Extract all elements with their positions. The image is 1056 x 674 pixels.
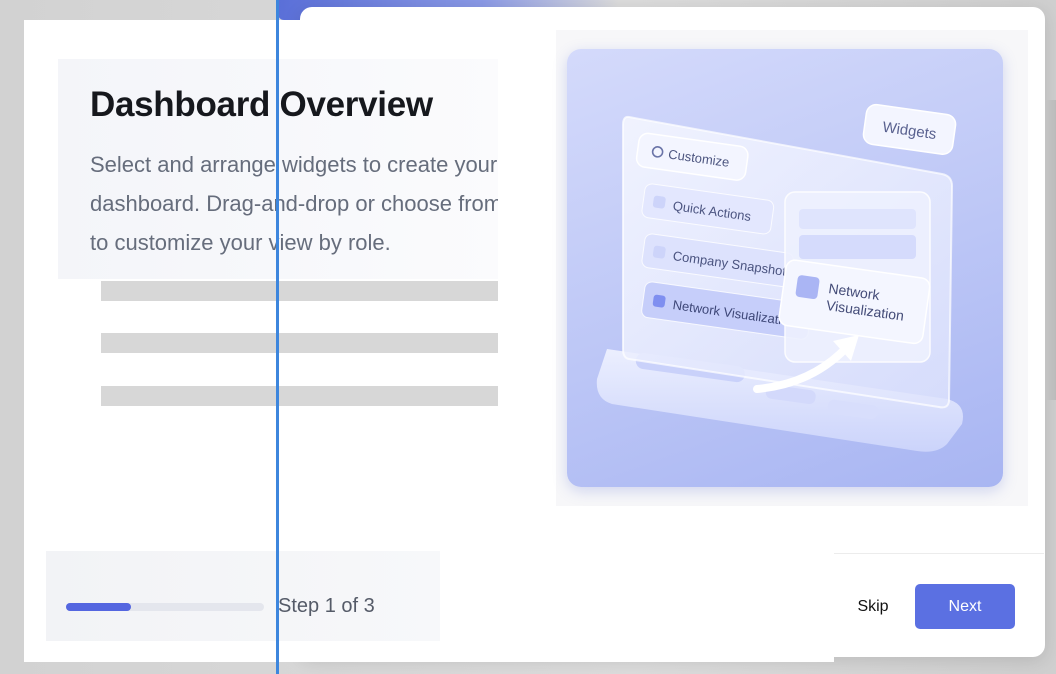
next-button[interactable]: Next xyxy=(915,584,1015,629)
widgets-illustration: Customize Widgets Quick Actions Company … xyxy=(567,49,1003,487)
illustration-pane-footer xyxy=(556,506,1028,542)
skip-button[interactable]: Skip xyxy=(846,586,900,628)
footer-divider xyxy=(834,553,1044,554)
skeleton-line xyxy=(101,281,498,301)
onboarding-description: Select and arrange widgets to create you… xyxy=(90,152,498,255)
split-divider[interactable] xyxy=(276,0,279,674)
step-label: Step 1 of 3 xyxy=(278,595,375,617)
progress-track xyxy=(66,603,264,611)
widgets-chip: Widgets xyxy=(862,103,957,155)
progress-fill xyxy=(66,603,132,611)
skeleton-line xyxy=(101,333,498,353)
skeleton-line xyxy=(101,386,498,406)
progress-indicator: Step 1 of 3 xyxy=(46,551,440,641)
page-title: Dashboard Overview xyxy=(90,85,433,124)
